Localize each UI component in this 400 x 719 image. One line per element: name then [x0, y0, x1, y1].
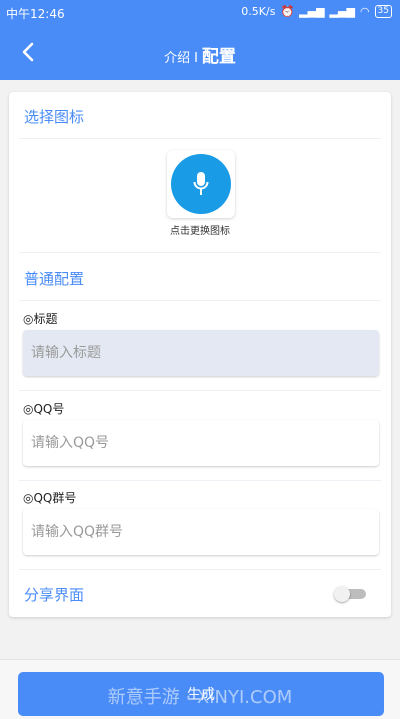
icon-circle — [171, 154, 231, 214]
qq-group-field-label: ◎QQ群号 — [23, 491, 77, 505]
title-input[interactable] — [23, 330, 379, 376]
app-icon-picker[interactable] — [167, 150, 235, 218]
general-section-title: 普通配置 — [24, 270, 85, 288]
share-toggle[interactable] — [334, 586, 368, 602]
app-bar: 介绍 I 配置 — [0, 26, 400, 80]
toggle-thumb — [334, 586, 350, 602]
divider — [19, 569, 381, 570]
header-tabs: 介绍 I 配置 — [0, 42, 400, 67]
share-label: 分享界面 — [24, 586, 85, 604]
change-icon-caption[interactable]: 点击更换图标 — [9, 222, 391, 237]
title-field[interactable] — [23, 330, 379, 376]
generate-button[interactable]: 生成 — [18, 672, 384, 716]
status-bar: 中午12:46 0.5K/s ⏰ ▂▄▆ ▂▄▆ ◠ 35 — [0, 0, 400, 26]
qq-field-label: ◎QQ号 — [23, 402, 65, 416]
config-card: 选择图标 点击更换图标 普通配置 ◎标题 ◎QQ号 ◎QQ群号 分享界面 — [9, 92, 391, 617]
title-field-label: ◎标题 — [23, 312, 58, 326]
microphone-icon — [193, 172, 209, 195]
qq-group-input[interactable] — [23, 509, 379, 555]
signal-icon: ▂▄▆ — [299, 5, 325, 18]
divider — [19, 300, 381, 301]
icon-section-title: 选择图标 — [24, 108, 85, 126]
divider — [19, 480, 381, 481]
tab-config[interactable]: 配置 — [202, 42, 236, 67]
qq-input[interactable] — [23, 420, 379, 466]
signal-icon-2: ▂▄▆ — [329, 5, 355, 18]
qq-field[interactable] — [23, 420, 379, 466]
bottom-bar: 生成 — [0, 659, 400, 719]
status-time: 中午12:46 — [6, 7, 65, 21]
tab-intro[interactable]: 介绍 — [164, 47, 190, 66]
battery-icon: 35 — [374, 5, 392, 18]
tab-separator: I — [194, 51, 198, 66]
divider — [19, 390, 381, 391]
status-indicators: 0.5K/s ⏰ ▂▄▆ ▂▄▆ ◠ 35 — [241, 5, 392, 18]
network-speed: 0.5K/s — [241, 5, 276, 18]
alarm-icon: ⏰ — [280, 5, 295, 18]
wifi-icon: ◠ — [359, 5, 370, 18]
qq-group-field[interactable] — [23, 509, 379, 555]
divider — [19, 138, 381, 139]
divider — [19, 252, 381, 253]
